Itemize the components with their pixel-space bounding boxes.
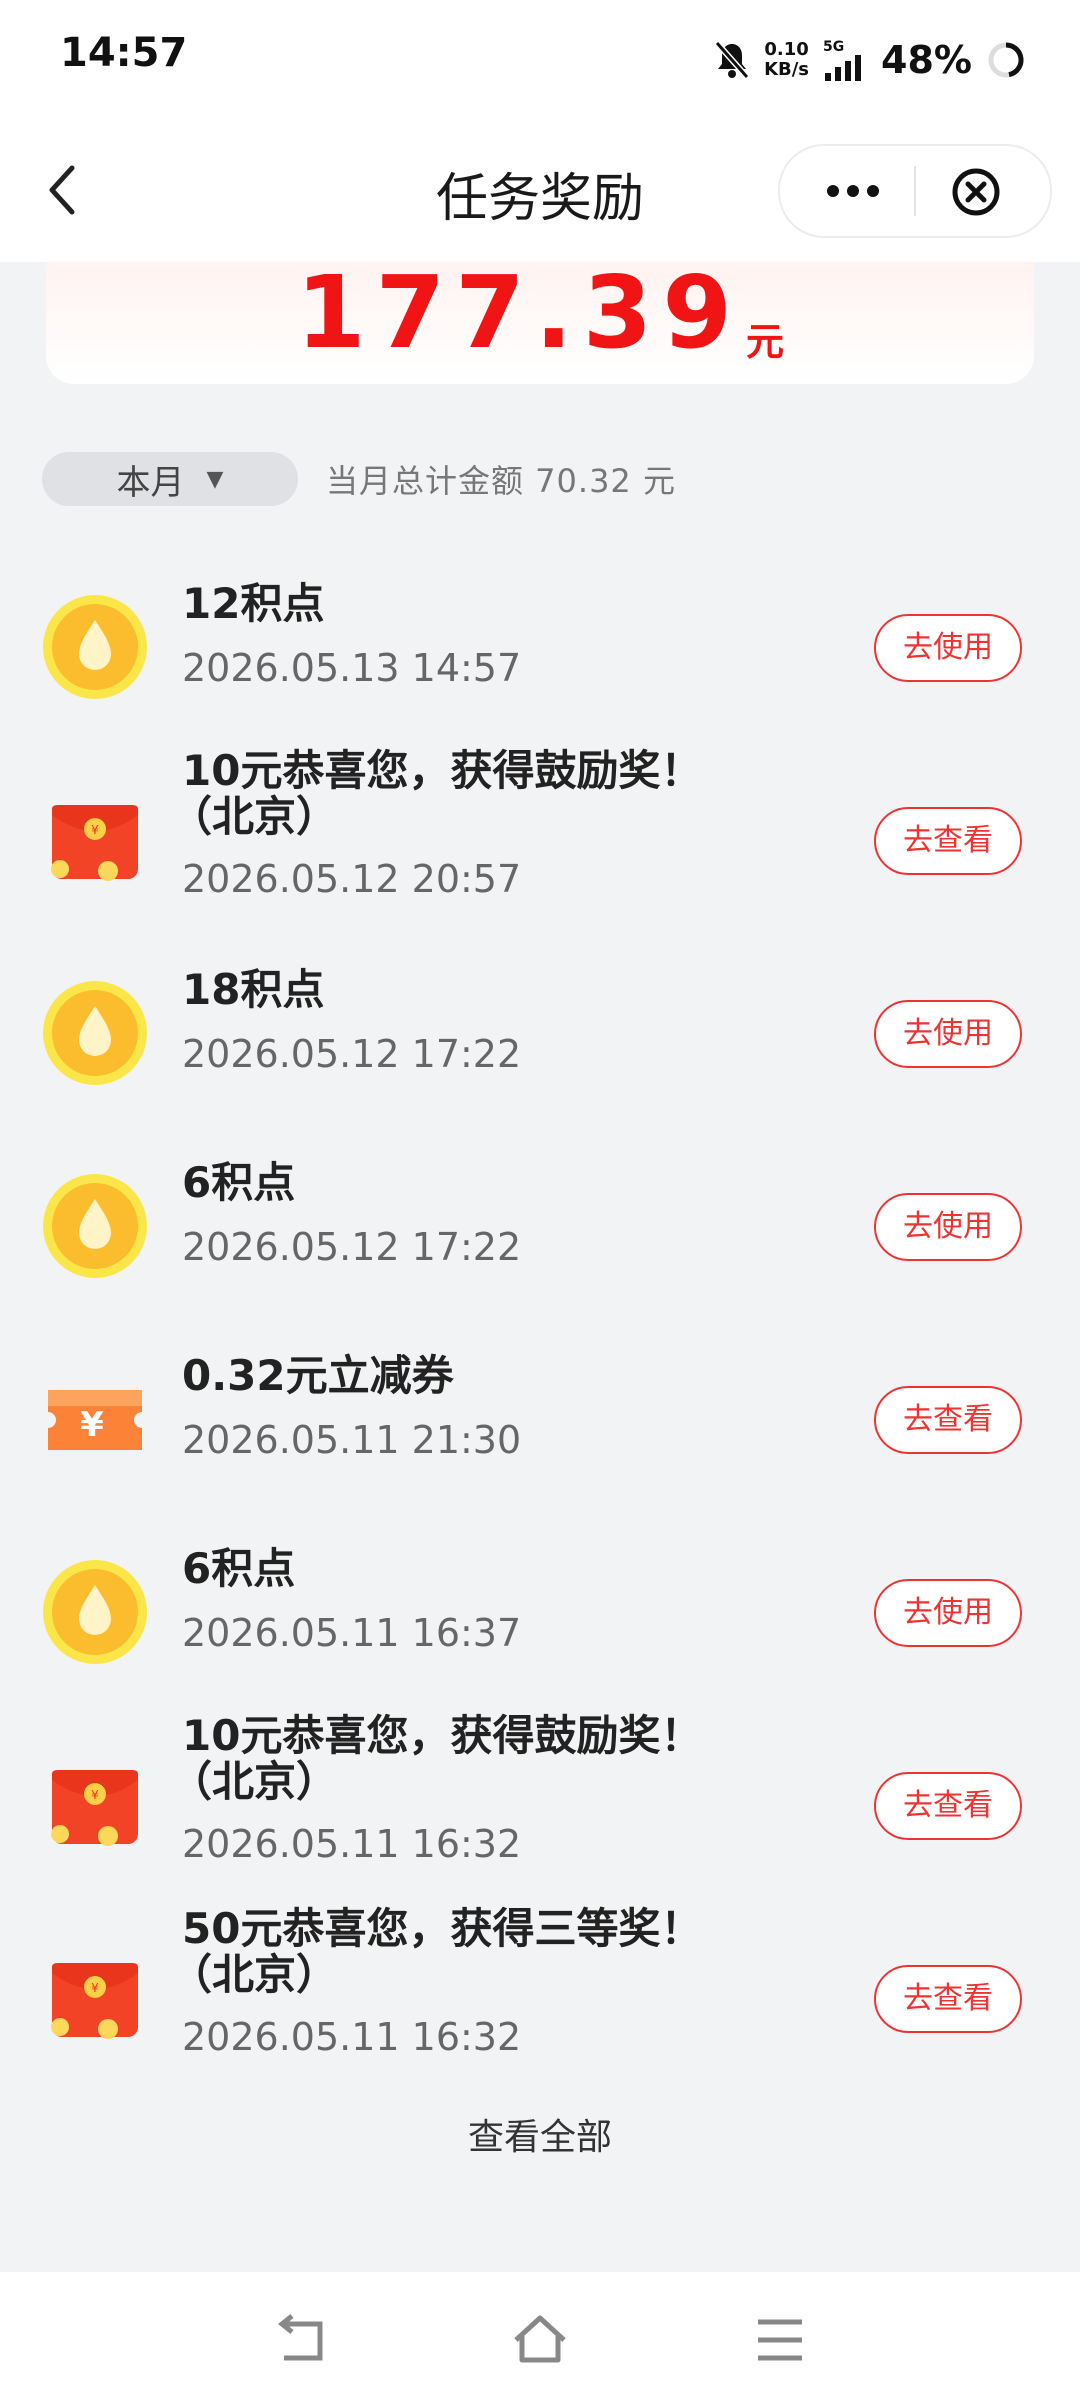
record-action-button[interactable]: 去使用 [874, 614, 1022, 682]
signal-type: 5G [823, 39, 845, 55]
record-time: 2026.05.13 14:57 [182, 646, 522, 690]
svg-text:¥: ¥ [91, 823, 99, 837]
period-dropdown[interactable]: 本月 ▼ [42, 452, 298, 506]
reward-record: ¥10元恭喜您，获得鼓励奖！ （北京） 2026.05.12 20:57 去查看 [0, 747, 1080, 956]
points-drop-icon [42, 980, 148, 1086]
nav-home-icon[interactable] [512, 2312, 568, 2368]
reward-record: 12积点 2026.05.13 14:57 去使用 [0, 570, 1080, 763]
record-time: 2026.05.11 21:30 [182, 1418, 522, 1462]
reward-total-unit: 元 [745, 320, 784, 364]
record-action-button[interactable]: 去查看 [874, 1386, 1022, 1454]
record-title: 18积点 [182, 965, 325, 1014]
nav-back-icon[interactable] [272, 2312, 328, 2368]
record-title: 10元恭喜您，获得鼓励奖！ [182, 746, 703, 795]
record-title-sub: （北京） [170, 792, 339, 841]
record-title: 0.32元立减券 [182, 1351, 454, 1400]
record-title: 6积点 [182, 1158, 296, 1207]
svg-text:¥: ¥ [91, 1981, 99, 1995]
record-title-sub: （北京） [170, 1757, 339, 1806]
record-time: 2026.05.11 16:32 [182, 2015, 522, 2059]
status-time: 14:57 [60, 30, 188, 76]
close-icon[interactable] [950, 166, 1002, 218]
view-all-link[interactable]: 查看全部 [0, 2108, 1080, 2160]
svg-text:¥: ¥ [80, 1405, 104, 1445]
period-label: 本月 [116, 462, 185, 503]
coupon-icon: ¥ [42, 1366, 148, 1472]
reward-record: 18积点 2026.05.12 17:22 去使用 [0, 956, 1080, 1149]
svg-text:¥: ¥ [91, 1788, 99, 1802]
record-action-button[interactable]: 去查看 [874, 807, 1022, 875]
status-bar: 14:57 0.10 KB/s 5G 48% [0, 0, 1080, 120]
reward-total-card: 177.39 元 [46, 254, 1034, 384]
reward-record: ¥0.32元立减券 2026.05.11 21:30 去查看 [0, 1342, 1080, 1535]
capsule-divider [914, 166, 916, 216]
mini-program-capsule [778, 144, 1052, 238]
points-drop-icon [42, 1559, 148, 1665]
status-indicators: 0.10 KB/s 5G 48% [714, 32, 1026, 88]
signal-icon [825, 55, 862, 81]
triangle-down-icon: ▼ [206, 466, 224, 492]
battery-percent: 48% [881, 38, 972, 82]
record-action-button[interactable]: 去查看 [874, 1965, 1022, 2033]
record-time: 2026.05.11 16:37 [182, 1611, 522, 1655]
bell-muted-icon [714, 41, 750, 79]
red-envelope-icon: ¥ [42, 1752, 148, 1858]
record-action-button[interactable]: 去使用 [874, 1000, 1022, 1068]
record-time: 2026.05.12 17:22 [182, 1225, 522, 1269]
red-envelope-icon: ¥ [42, 1945, 148, 2051]
record-action-button[interactable]: 去查看 [874, 1772, 1022, 1840]
reward-total-amount: 177.39 [296, 254, 742, 371]
record-title: 10元恭喜您，获得鼓励奖！ [182, 1711, 703, 1760]
record-title: 6积点 [182, 1544, 296, 1593]
record-time: 2026.05.11 16:32 [182, 1822, 522, 1866]
filter-row: 本月 ▼ 当月总计金额 70.32 元 [42, 452, 676, 506]
record-title: 12积点 [182, 579, 325, 628]
reward-record: 6积点 2026.05.11 16:37 去使用 [0, 1535, 1080, 1728]
month-total: 当月总计金额 70.32 元 [326, 462, 676, 500]
nav-menu-icon[interactable] [752, 2312, 808, 2368]
record-time: 2026.05.12 17:22 [182, 1032, 522, 1076]
points-drop-icon [42, 1173, 148, 1279]
net-speed: 0.10 KB/s [764, 39, 810, 80]
reward-record: ¥10元恭喜您，获得鼓励奖！ （北京） 2026.05.11 16:32 去查看 [0, 1712, 1080, 1921]
system-nav-bar [0, 2272, 1080, 2400]
record-time: 2026.05.12 20:57 [182, 857, 522, 901]
battery-ring-icon [988, 42, 1024, 78]
more-icon[interactable] [818, 168, 888, 214]
reward-record: ¥50元恭喜您，获得三等奖！ （北京） 2026.05.11 16:32 去查看 [0, 1905, 1080, 2114]
reward-record: 6积点 2026.05.12 17:22 去使用 [0, 1149, 1080, 1342]
red-envelope-icon: ¥ [42, 787, 148, 893]
points-drop-icon [42, 594, 148, 700]
nav-bar: 任务奖励 [0, 120, 1080, 262]
record-action-button[interactable]: 去使用 [874, 1193, 1022, 1261]
record-action-button[interactable]: 去使用 [874, 1579, 1022, 1647]
record-title-sub: （北京） [170, 1950, 339, 1999]
signal-group: 5G [823, 39, 867, 81]
record-title: 50元恭喜您，获得三等奖！ [182, 1904, 703, 1953]
